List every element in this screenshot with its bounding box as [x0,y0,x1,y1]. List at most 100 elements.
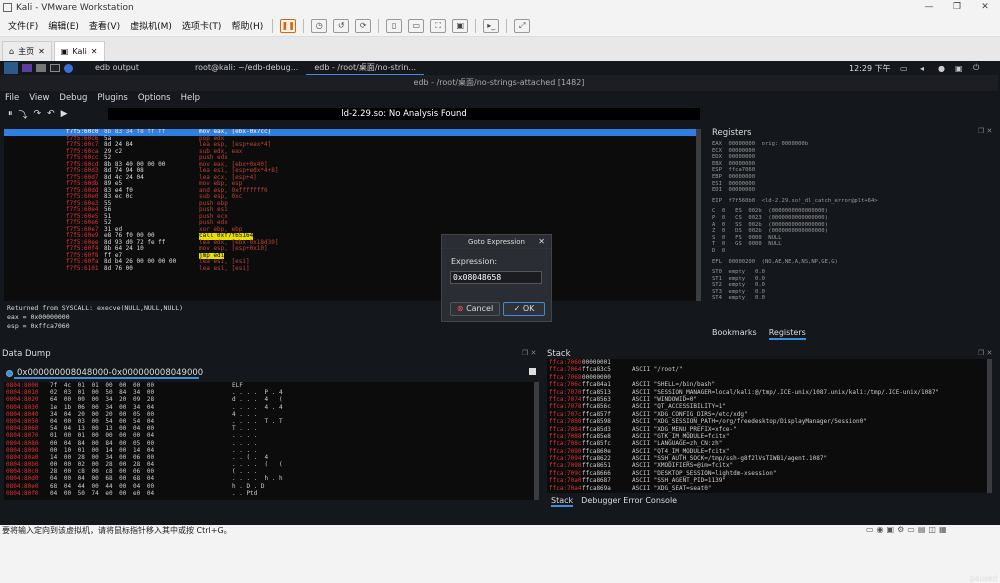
kali-menu-icon[interactable] [4,62,18,74]
console-icon[interactable]: ▸_ [483,18,500,33]
dump-row[interactable]: 0804:8000 7f 4c 01 01 00 00 00 00 ELF [4,382,534,389]
dump-row[interactable]: 0804:80f0 04 00 50 74 e0 00 e0 04 . . Ptd [4,490,534,497]
stack-row[interactable]: ffca:7090 ffca860e ASCII "QT4_IM_MODULE=fc… [547,448,987,455]
cpu-disassembly-view[interactable]: f7f5:60c0 8b 83 34 f8 ff ff mov eax, [ebx-… [4,129,696,301]
power-icon[interactable]: ⏻ [973,63,979,73]
revert-icon[interactable]: ↺ [333,18,350,33]
cpu-scrollbar[interactable] [696,129,701,301]
library-icon[interactable]: ▯ [386,18,403,33]
step-over-icon[interactable]: ↷ [34,109,42,119]
edb-menu-view[interactable]: View [29,93,49,103]
panel-clock[interactable]: 12:29 下午 [849,63,891,74]
dump-row[interactable]: 0804:80d0 04 00 04 00 68 00 68 04 . . . . … [4,475,534,482]
stack-scrollbar[interactable] [987,359,992,493]
device-icons[interactable]: ▭◉▣⚙▭▤◫▦ [866,525,950,534]
tab-home[interactable]: ⌂ 主页 ✕ [2,41,52,61]
stretch-icon[interactable]: ⤢ [514,18,531,33]
dump-row[interactable]: 0804:8030 1e 1b 06 00 34 00 34 04 . . . . … [4,404,534,411]
menu-file[interactable]: 文件(F) [3,19,43,32]
stack-row[interactable]: ffca:7088 ffca85e8 ASCII "GTK_IM_MODULE=fc… [547,433,987,440]
stack-row[interactable]: ffca:70a0 ffca8687 ASCII "SSH_AGENT_PID=11… [547,477,987,484]
notification-icon[interactable]: ● [938,64,945,73]
dump-row[interactable]: 0804:8010 02 03 01 00 50 84 34 00 . . . . … [4,389,534,396]
panel-float-icon[interactable]: ❐ ✕ [978,127,992,135]
stack-row[interactable]: ffca:7070 ffca8513 ASCII "SESSION_MANAGER=… [547,389,987,396]
step-into-icon[interactable]: ⤵ [19,108,28,121]
run-pause-icon[interactable]: ⏸ [8,109,13,119]
panel-float-icon[interactable]: ❐ ✕ [978,349,992,357]
stack-row[interactable]: ffca:708c ffca85fc ASCII "LANGUAGE=zh_CN:z… [547,440,987,447]
menu-help[interactable]: 帮助(H) [226,19,268,32]
workspace-icon[interactable] [22,64,32,72]
stack-row[interactable]: ffca:7080 ffca8598 ASCII "XDG_SESSION_PATH… [547,418,987,425]
minimize-button[interactable]: — [914,0,944,15]
edb-menu-debug[interactable]: Debug [59,93,87,103]
stack-row[interactable]: ffca:7094 ffca8622 ASCII "SSH_AUTH_SOCK=/t… [547,455,987,462]
thumbnail-icon[interactable]: ▭ [408,18,425,33]
close-icon[interactable]: ✕ [538,237,545,246]
dump-row[interactable]: 0804:8040 34 04 20 00 20 00 05 00 4 . . . [4,411,534,418]
dump-row[interactable]: 0804:80c0 28 00 c8 00 c8 00 06 00 ( . . . [4,468,534,475]
dump-scrollbar[interactable] [534,382,539,500]
close-icon[interactable]: ✕ [91,47,98,56]
dump-row[interactable]: 0804:8070 01 00 01 00 00 00 00 04 . . . . [4,432,534,439]
menu-edit[interactable]: 编辑(E) [43,19,84,32]
tab-kali[interactable]: ▣ Kali ✕ [53,41,105,61]
stack-row[interactable]: ffca:7060 00000001 [547,359,987,366]
dump-row[interactable]: 0804:8020 64 00 00 00 34 20 09 28 d . . . … [4,396,534,403]
fullscreen-icon[interactable]: ⛶ [430,18,447,33]
close-icon[interactable]: ✕ [38,47,45,56]
dump-row[interactable]: 0804:8050 04 00 03 00 54 00 54 04 . . . . … [4,418,534,425]
stack-row[interactable]: ffca:706c ffca84a1 ASCII "SHELL=/bin/bash" [547,381,987,388]
dump-tab-menu-icon[interactable] [529,368,536,375]
stack-row[interactable]: ffca:7064 ffca83c5 ASCII "/root/" [547,366,987,373]
edb-menu-help[interactable]: Help [181,93,200,103]
stack-row[interactable]: ffca:7098 ffca8651 ASCII "XMODIFIERS=@im=f… [547,462,987,469]
stack-row[interactable]: ffca:70a4 ffca869a ASCII "XDG_SEAT=seat0" [547,485,987,492]
panel-float-icon[interactable]: ❐ ✕ [522,349,536,357]
snapshot-manager-icon[interactable]: ⟳ [355,18,372,33]
registers-view[interactable]: EAX 00000000 orig: 0000000b ECX 00000000 E… [712,141,996,316]
dump-row[interactable]: 0804:80b0 00 00 02 00 28 00 28 04 . . . . … [4,461,534,468]
tab-bookmarks[interactable]: Bookmarks [712,328,757,340]
snapshot-icon[interactable]: ◷ [311,18,328,33]
edb-menu-file[interactable]: File [5,93,19,103]
step-out-icon[interactable]: ↶ [47,109,55,119]
edb-menu-options[interactable]: Options [138,93,171,103]
stack-row[interactable]: ffca:7078 ffca856c ASCII "QT_ACCESSIBILITY… [547,403,987,410]
tab-registers[interactable]: Registers [768,328,806,340]
taskbar-item-edb-output[interactable]: edb output [87,61,147,75]
tab-stack[interactable]: Stack [551,496,574,507]
close-button[interactable]: ✕ [970,0,1000,15]
stack-view[interactable]: ffca:7060 00000001 ffca:7064 ffca83c5 ASCII … [547,359,987,493]
pause-icon[interactable]: ❚❚ [280,18,297,33]
dump-row[interactable]: 0804:80a0 14 00 28 00 34 00 06 00 . . ( . … [4,454,534,461]
taskbar-item-terminal[interactable]: root@kali: ~/edb-debug... [187,61,306,75]
terminal-icon[interactable] [50,64,60,72]
browser-icon[interactable] [64,63,73,73]
menu-vm[interactable]: 虚拟机(M) [125,19,177,32]
stack-row[interactable]: ffca:709c ffca8666 ASCII "DESKTOP_SESSION=… [547,470,987,477]
stack-row[interactable]: ffca:7084 ffca85d3 ASCII "XDG_MENU_PREFIX=… [547,426,987,433]
dump-row[interactable]: 0804:8080 00 04 84 00 84 00 05 00 . . . . [4,440,534,447]
ok-button[interactable]: ✓ OK [503,302,545,316]
menu-view[interactable]: 查看(V) [84,19,125,32]
volume-icon[interactable]: ◂ [920,64,924,73]
files-icon[interactable] [36,64,46,72]
dump-row[interactable]: 0804:8090 00 10 01 00 14 00 14 04 . . . . [4,447,534,454]
data-dump-view[interactable]: 0804:8000 7f 4c 01 01 00 00 00 00 ELF 0804:… [4,382,534,500]
dump-row[interactable]: 0804:8060 54 04 13 00 13 00 04 00 T . . . [4,425,534,432]
unity-icon[interactable]: ▣ [452,18,469,33]
maximize-button[interactable]: ❐ [942,0,972,15]
lock-icon[interactable]: ▣ [955,64,963,73]
menu-tabs[interactable]: 选项卡(T) [177,19,227,32]
tab-debugger-error-console[interactable]: Debugger Error Console [581,496,677,507]
stack-row[interactable]: ffca:707c ffca857f ASCII "XDG_CONFIG_DIRS=… [547,411,987,418]
edb-menu-plugins[interactable]: Plugins [97,93,127,103]
expression-input[interactable]: 0x08048658 [450,271,542,284]
taskbar-item-edb[interactable]: edb - /root/桌面/no-strin... [306,61,425,75]
dump-row[interactable]: 0804:80e0 68 04 44 00 44 00 04 00 h . D . … [4,483,534,490]
run-icon[interactable]: ▶ [61,109,68,119]
stack-row[interactable]: ffca:7068 00000000 [547,374,987,381]
stack-row[interactable]: ffca:7074 ffca8563 ASCII "WINDOWID=0" [547,396,987,403]
